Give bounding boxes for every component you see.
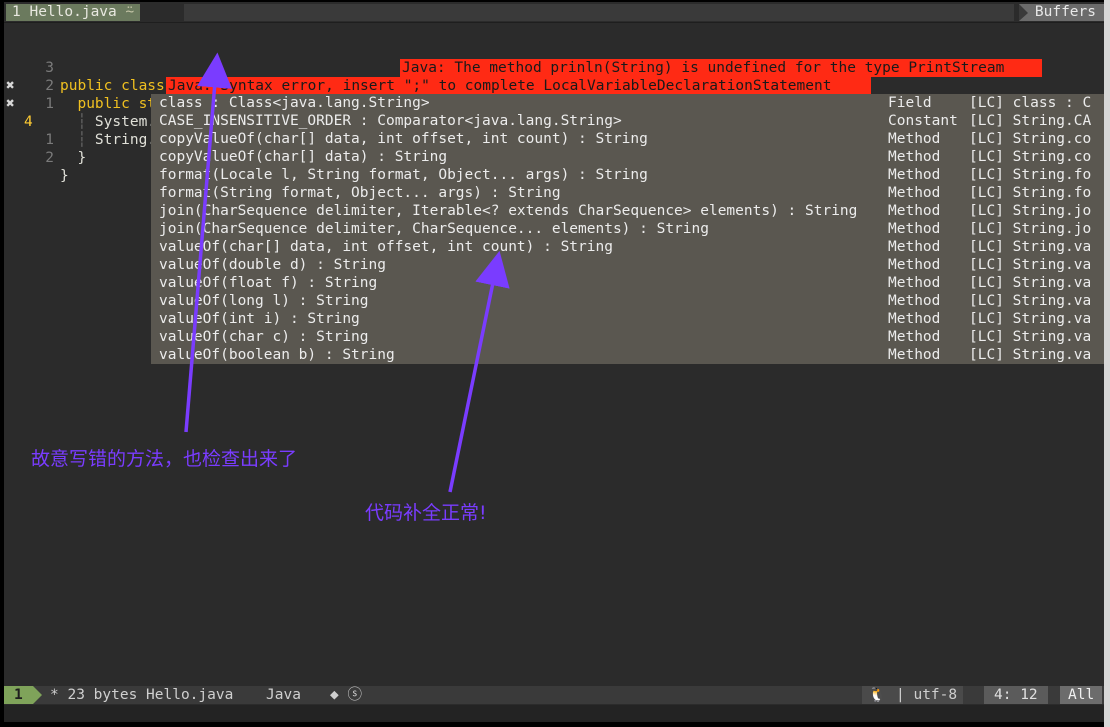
completion-word: join(CharSequence delimiter, CharSequenc… [159, 221, 709, 237]
completion-item[interactable]: valueOf(int i) : String Method [LC] String… [151, 310, 1104, 328]
completion-menu: [LC] String.jo [969, 203, 1092, 219]
completion-menu: [LC] String.va [969, 239, 1092, 255]
completion-kind: Method [888, 275, 941, 291]
completion-item[interactable]: valueOf(boolean b) : String Method [LC] St… [151, 346, 1104, 364]
scroll-position: All [1060, 686, 1103, 704]
completion-word: format(String format, Object... args) : … [159, 185, 561, 201]
mode-indicator: 1 [4, 686, 42, 704]
linux-icon: 🐧 [862, 686, 893, 704]
completion-menu: [LC] String.va [969, 257, 1092, 273]
code-line[interactable]: 3 public class Hello{ [4, 23, 1104, 94]
completion-word: valueOf(boolean b) : String [159, 347, 395, 363]
completion-item[interactable]: format(String format, Object... args) : … [151, 184, 1104, 202]
completion-item[interactable]: class : Class<java.lang.String> Field [LC]… [151, 94, 1104, 112]
completion-kind: Method [888, 293, 941, 309]
filetype: Java [266, 687, 301, 703]
completion-kind: Method [888, 221, 941, 237]
completion-menu: [LC] String.fo [969, 167, 1092, 183]
error-message-prinln: Java: The method prinln(String) is undef… [400, 59, 1042, 77]
completion-menu: [LC] String.co [969, 131, 1092, 147]
code-line[interactable]: 2 } [4, 113, 144, 184]
completion-word: valueOf(int i) : String [159, 311, 360, 327]
annotation-method-error: 故意写错的方法，也检查出来了 [31, 448, 298, 470]
completion-menu: [LC] String.CA [969, 113, 1092, 129]
tab-number: 1 [12, 4, 21, 20]
modified-icon: ⍨ [125, 4, 135, 20]
completion-menu: [LC] String.fo [969, 185, 1092, 201]
completion-menu: [LC] String.va [969, 311, 1092, 327]
vim-window: 1 Hello.java ⍨ Buffers 3 public class He… [4, 2, 1104, 722]
cursor-position: 4: 12 [984, 686, 1048, 704]
tabline-fill [184, 4, 1014, 21]
completion-word: copyValueOf(char[] data) : String [159, 149, 448, 165]
tabline: 1 Hello.java ⍨ Buffers [4, 2, 1104, 23]
code-text: } [60, 168, 69, 184]
completion-word: valueOf(double d) : String [159, 257, 386, 273]
buffers-label[interactable]: Buffers [1018, 4, 1104, 21]
completion-menu: [LC] String.va [969, 275, 1092, 291]
completion-menu: [LC] String.va [969, 347, 1092, 363]
code-text: } [60, 150, 87, 166]
completion-menu: [LC] String.co [969, 149, 1092, 165]
annotation-completion-ok: 代码补全正常! [365, 502, 487, 524]
completion-item[interactable]: valueOf(float f) : String Method [LC] Stri… [151, 274, 1104, 292]
completion-popup: class : Class<java.lang.String> Field [LC]… [151, 94, 1104, 364]
completion-kind: Method [888, 257, 941, 273]
completion-item[interactable]: CASE_INSENSITIVE_ORDER : Comparator<java… [151, 112, 1104, 130]
tab-hello-java[interactable]: 1 Hello.java ⍨ [6, 4, 141, 21]
completion-item[interactable]: join(CharSequence delimiter, CharSequenc… [151, 220, 1104, 238]
completion-menu: [LC] String.va [969, 329, 1092, 345]
completion-kind: Field [888, 95, 932, 111]
command-line[interactable] [4, 705, 1104, 722]
completion-menu: [LC] String.jo [969, 221, 1092, 237]
completion-kind: Method [888, 167, 941, 183]
completion-word: CASE_INSENSITIVE_ORDER : Comparator<java… [159, 113, 622, 129]
line-number: 2 [45, 150, 54, 166]
completion-item[interactable]: copyValueOf(char[] data, int offset, int… [151, 130, 1104, 148]
completion-kind: Method [888, 185, 941, 201]
completion-word: class : Class<java.lang.String> [159, 95, 430, 111]
statusline: 1 * 23 bytes Hello.java Java ◆ ⓢ 🐧 | utf… [4, 686, 1104, 704]
completion-kind: Method [888, 149, 941, 165]
completion-kind: Constant [888, 113, 958, 129]
completion-kind: Method [888, 329, 941, 345]
completion-item[interactable]: join(CharSequence delimiter, Iterable<? … [151, 202, 1104, 220]
completion-word: format(Locale l, String format, Object..… [159, 167, 648, 183]
completion-kind: Method [888, 131, 941, 147]
completion-word: copyValueOf(char[] data, int offset, int… [159, 131, 648, 147]
code-line[interactable]: 2 public static void main(String [] args… [4, 41, 1104, 112]
completion-kind: Method [888, 347, 941, 363]
code-line[interactable]: 1 } [4, 95, 144, 166]
code-text: ┆ String. [60, 131, 160, 149]
completion-word: valueOf(float f) : String [159, 275, 378, 291]
completion-item[interactable]: valueOf(char c) : String Method [LC] Strin… [151, 328, 1104, 346]
completion-word: valueOf(char c) : String [159, 329, 369, 345]
completion-item[interactable]: copyValueOf(char[] data) : String Method [… [151, 148, 1104, 166]
completion-menu: [LC] String.va [969, 293, 1092, 309]
status-flags: ◆ ⓢ [330, 687, 362, 703]
completion-item[interactable]: valueOf(long l) : String Method [LC] Strin… [151, 292, 1104, 310]
completion-item[interactable]: valueOf(char[] data, int offset, int cou… [151, 238, 1104, 256]
completion-kind: Method [888, 203, 941, 219]
tab-filename: Hello.java [29, 4, 117, 20]
encoding: | utf-8 [890, 686, 964, 704]
error-message-syntax: Java: Syntax error, insert ";" to comple… [166, 77, 871, 95]
completion-item[interactable]: valueOf(double d) : String Method [LC] Str… [151, 256, 1104, 274]
completion-word: join(CharSequence delimiter, Iterable<? … [159, 203, 858, 219]
completion-kind: Method [888, 239, 941, 255]
completion-menu: [LC] class : C [969, 95, 1092, 111]
completion-item[interactable]: format(Locale l, String format, Object..… [151, 166, 1104, 184]
completion-word: valueOf(long l) : String [159, 293, 369, 309]
window-edge [1104, 0, 1110, 727]
completion-kind: Method [888, 311, 941, 327]
file-info: * 23 bytes Hello.java [50, 687, 234, 703]
completion-word: valueOf(char[] data, int offset, int cou… [159, 239, 613, 255]
